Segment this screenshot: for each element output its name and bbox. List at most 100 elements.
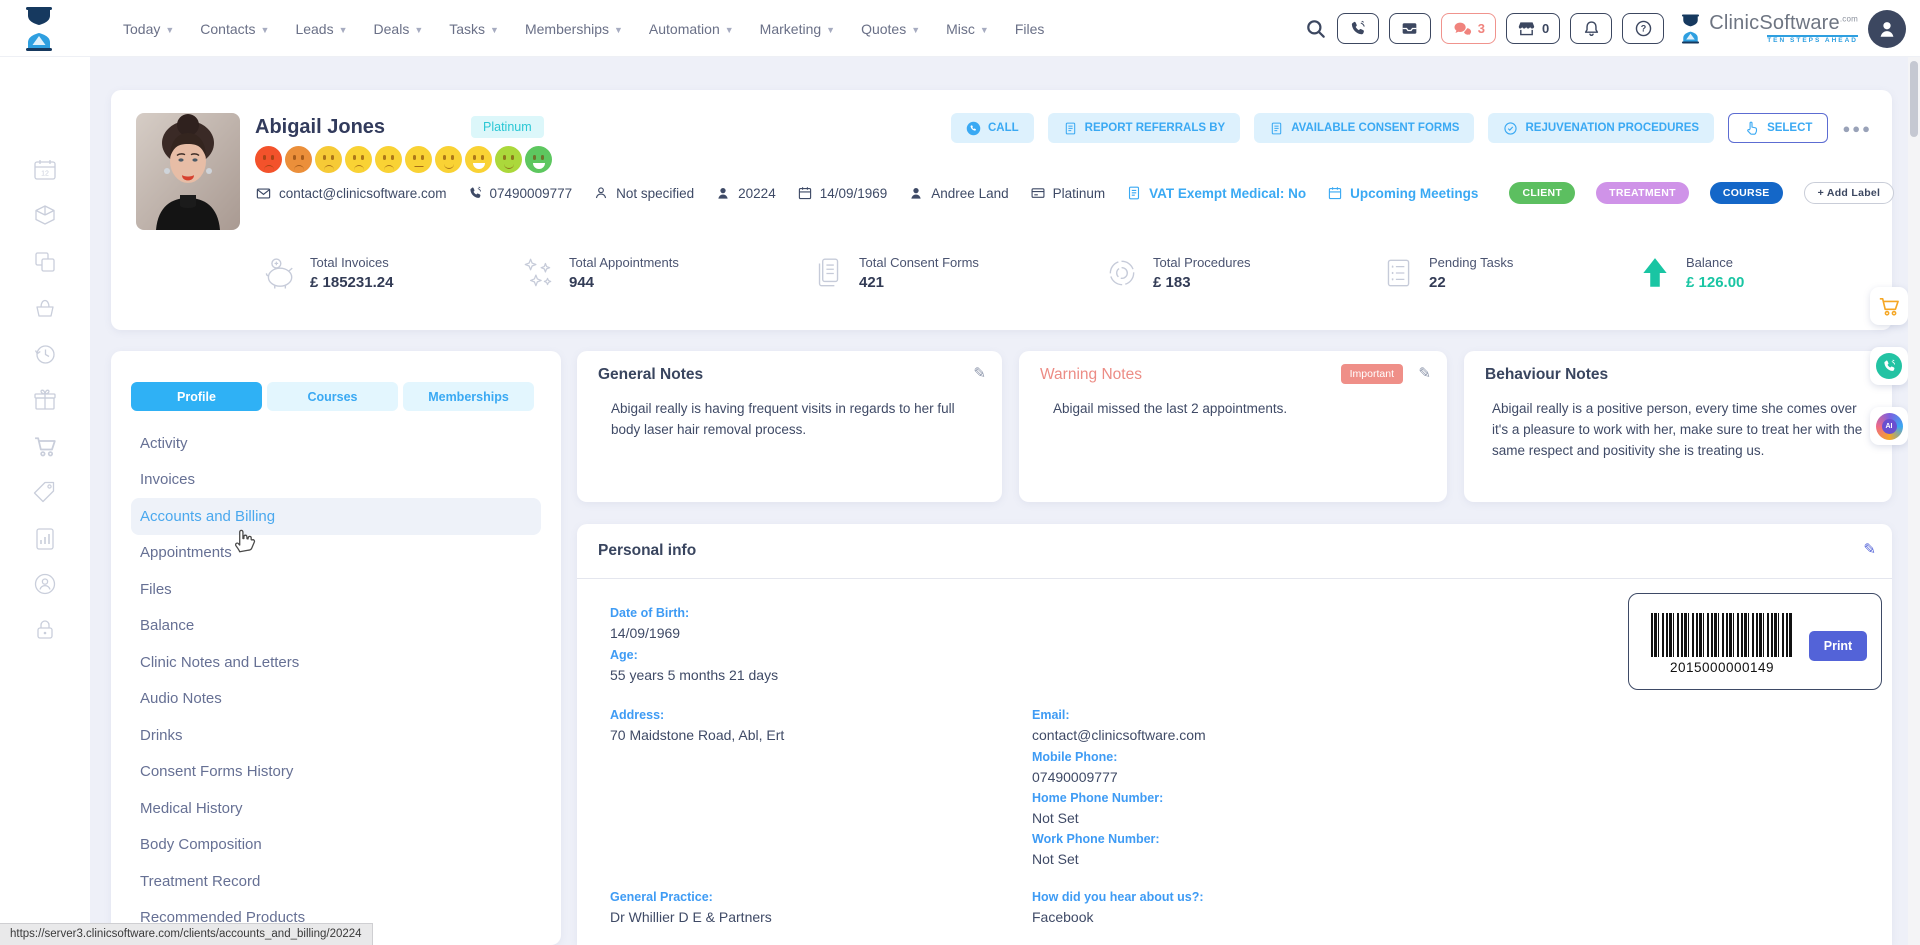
- stat-label: Pending Tasks: [1429, 255, 1513, 270]
- field-email: Email:contact@clinicsoftware.com: [1032, 708, 1206, 743]
- personal-info-title: Personal info: [598, 542, 696, 560]
- menu-item-drinks[interactable]: Drinks: [131, 717, 541, 754]
- nav-contacts[interactable]: Contacts▼: [200, 21, 269, 37]
- mood-2-icon[interactable]: [285, 146, 312, 173]
- menu-item-medical-history[interactable]: Medical History: [131, 790, 541, 827]
- notifications-button[interactable]: [1570, 13, 1612, 44]
- label-client[interactable]: CLIENT: [1509, 182, 1575, 204]
- menu-item-body-composition[interactable]: Body Composition: [131, 827, 541, 864]
- floating-cart-button[interactable]: [1870, 287, 1908, 325]
- app-logo-hourglass-icon[interactable]: [20, 7, 58, 51]
- nav-memberships[interactable]: Memberships▼: [525, 21, 623, 37]
- select-button[interactable]: SELECT: [1728, 113, 1828, 143]
- tab-profile[interactable]: Profile: [131, 382, 262, 411]
- mood-3-icon[interactable]: [315, 146, 342, 173]
- tab-memberships[interactable]: Memberships: [403, 382, 534, 411]
- edit-pencil-icon[interactable]: ✎: [1418, 364, 1431, 382]
- general-notes-card: General Notes ✎ Abigail really is having…: [577, 351, 1002, 502]
- nav-marketing[interactable]: Marketing▼: [760, 21, 835, 37]
- menu-item-activity[interactable]: Activity: [131, 425, 541, 462]
- mood-10-icon[interactable]: [525, 146, 552, 173]
- menu-item-files[interactable]: Files: [131, 571, 541, 608]
- mood-6-icon[interactable]: [405, 146, 432, 173]
- nav-quotes[interactable]: Quotes▼: [861, 21, 920, 37]
- menu-item-clinic-notes-and-letters[interactable]: Clinic Notes and Letters: [131, 644, 541, 681]
- messages-count-badge: 3: [1478, 21, 1485, 36]
- mood-1-icon[interactable]: [255, 146, 282, 173]
- question-mark-icon: ?: [1634, 19, 1653, 38]
- vat-exempt-link[interactable]: VAT Exempt Medical: No: [1126, 185, 1306, 201]
- help-button[interactable]: ?: [1622, 13, 1664, 44]
- cart-icon[interactable]: [32, 433, 58, 459]
- print-barcode-button[interactable]: Print: [1809, 631, 1867, 661]
- client-phone[interactable]: 07490009777: [468, 186, 573, 201]
- field-address: Address:70 Maidstone Road, Abl, Ert: [610, 708, 784, 743]
- package-icon[interactable]: [32, 203, 58, 229]
- copy-icon[interactable]: [32, 249, 58, 275]
- phone-calls-button[interactable]: [1337, 13, 1379, 44]
- menu-item-accounts-and-billing[interactable]: Accounts and Billing: [131, 498, 541, 535]
- mood-9-icon[interactable]: [495, 146, 522, 173]
- nav-misc[interactable]: Misc▼: [946, 21, 989, 37]
- call-button[interactable]: CALL: [951, 113, 1034, 143]
- chevron-down-icon: ▼: [911, 25, 920, 35]
- arrow-up-icon: [1637, 255, 1673, 291]
- nav-deals[interactable]: Deals▼: [374, 21, 424, 37]
- menu-item-treatment-record[interactable]: Treatment Record: [131, 863, 541, 900]
- menu-item-appointments[interactable]: Appointments: [131, 535, 541, 572]
- mood-5-icon[interactable]: [375, 146, 402, 173]
- brand-name: ClinicSoftware: [1709, 12, 1840, 34]
- menu-item-audio-notes[interactable]: Audio Notes: [131, 681, 541, 718]
- user-account-button[interactable]: [1868, 10, 1906, 48]
- barcode-image: [1651, 613, 1793, 657]
- price-tag-icon[interactable]: [32, 479, 58, 505]
- edit-pencil-icon[interactable]: ✎: [973, 364, 986, 382]
- mood-7-icon[interactable]: [435, 146, 462, 173]
- client-photo[interactable]: [136, 113, 240, 230]
- client-email[interactable]: contact@clinicsoftware.com: [255, 185, 447, 202]
- inbox-button[interactable]: [1389, 13, 1431, 44]
- page-scrollbar[interactable]: [1908, 57, 1920, 945]
- search-icon[interactable]: [1305, 18, 1327, 40]
- more-actions-button[interactable]: ●●●: [1842, 121, 1872, 136]
- nav-today[interactable]: Today▼: [123, 21, 174, 37]
- menu-item-invoices[interactable]: Invoices: [131, 462, 541, 499]
- floating-ai-assistant-button[interactable]: AI: [1870, 407, 1908, 445]
- stat-label: Total Appointments: [569, 255, 679, 270]
- tab-courses[interactable]: Courses: [267, 382, 398, 411]
- donut-chart-icon: [1104, 255, 1140, 291]
- mood-8-icon[interactable]: [465, 146, 492, 173]
- client-location: Andree Land: [908, 185, 1008, 201]
- mood-4-icon[interactable]: [345, 146, 372, 173]
- nav-tasks[interactable]: Tasks▼: [449, 21, 499, 37]
- label-course[interactable]: COURSE: [1710, 182, 1783, 204]
- menu-item-balance[interactable]: Balance: [131, 608, 541, 645]
- label-treatment[interactable]: TREATMENT: [1596, 182, 1689, 204]
- edit-pencil-icon[interactable]: ✎: [1863, 540, 1876, 558]
- floating-call-button[interactable]: [1870, 347, 1908, 385]
- available-consent-forms-button[interactable]: AVAILABLE CONSENT FORMS: [1254, 113, 1474, 143]
- warning-notes-title: Warning Notes: [1040, 366, 1142, 384]
- nav-leads[interactable]: Leads▼: [295, 21, 347, 37]
- store-button[interactable]: 0: [1506, 13, 1560, 44]
- stat-value: 944: [569, 274, 679, 291]
- divider: [577, 578, 1892, 579]
- history-icon[interactable]: [32, 341, 58, 367]
- scrollbar-thumb[interactable]: [1910, 61, 1918, 137]
- report-chart-icon[interactable]: [32, 525, 58, 551]
- calendar-icon[interactable]: 12: [32, 157, 58, 183]
- support-person-icon[interactable]: [32, 571, 58, 597]
- messages-button[interactable]: 3: [1441, 13, 1496, 44]
- upcoming-meetings-link[interactable]: Upcoming Meetings: [1327, 185, 1478, 201]
- nav-automation[interactable]: Automation▼: [649, 21, 734, 37]
- rejuvenation-procedures-button[interactable]: REJUVENATION PROCEDURES: [1488, 113, 1714, 143]
- report-referrals-button[interactable]: REPORT REFERRALS BY: [1048, 113, 1241, 143]
- add-label-button[interactable]: + Add Label: [1804, 182, 1895, 204]
- nav-files[interactable]: Files: [1015, 21, 1045, 37]
- lock-icon[interactable]: [32, 617, 58, 643]
- menu-item-consent-forms-history[interactable]: Consent Forms History: [131, 754, 541, 791]
- clinicsoftware-brand-logo[interactable]: ClinicSoftware.com TEN STEPS AHEAD: [1678, 13, 1858, 45]
- client-section-menu: Activity Invoices Accounts and Billing A…: [131, 425, 541, 936]
- gift-icon[interactable]: [32, 387, 58, 413]
- basket-icon[interactable]: [32, 295, 58, 321]
